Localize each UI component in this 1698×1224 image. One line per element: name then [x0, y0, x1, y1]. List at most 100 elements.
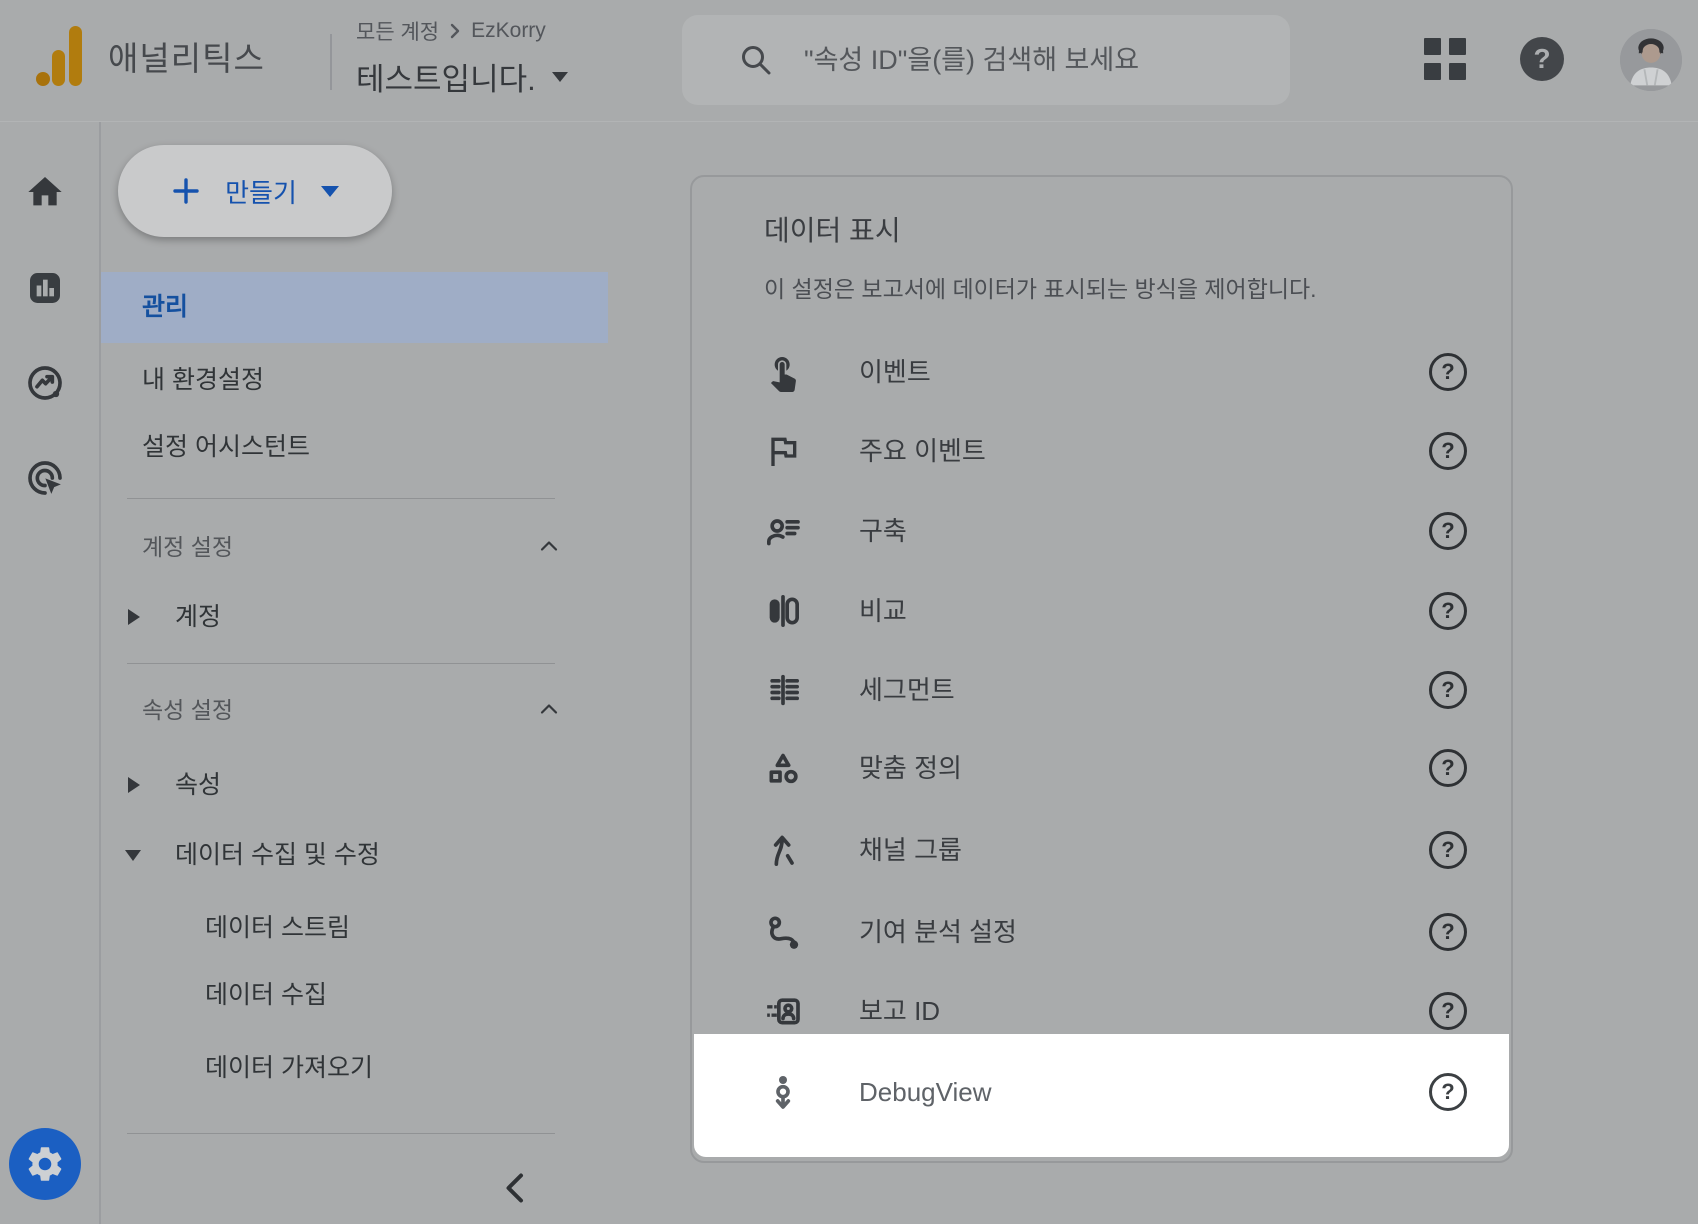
breadcrumb: 모든 계정 EzKorry 테스트입니다. [356, 16, 568, 99]
card-row-comparisons[interactable]: 비교 ? [692, 581, 1511, 641]
avatar[interactable] [1620, 29, 1682, 91]
expand-arrow-icon[interactable] [128, 777, 140, 793]
home-icon[interactable] [25, 172, 65, 212]
chevron-down-icon[interactable] [321, 186, 339, 197]
card-row-label: 이벤트 [859, 342, 931, 402]
debugview-icon [763, 1072, 803, 1112]
card-row-events[interactable]: 이벤트 ? [692, 342, 1511, 402]
create-button-label: 만들기 [225, 173, 297, 210]
sidebar-item-label: 내 환경설정 [142, 350, 264, 410]
help-icon[interactable]: ? [1429, 992, 1467, 1030]
expand-arrow-icon[interactable] [128, 609, 140, 625]
help-glyph: ? [1441, 518, 1454, 544]
grid-square [1449, 63, 1466, 80]
sidebar-item-admin[interactable]: 관리 [101, 272, 608, 343]
flag-icon [763, 431, 803, 471]
tree-item-data-collection[interactable]: 데이터 수집 및 수정 [101, 825, 608, 885]
help-icon[interactable]: ? [1429, 831, 1467, 869]
audience-icon [763, 511, 803, 551]
help-icon[interactable]: ? [1429, 432, 1467, 470]
sidebar-item-label: 관리 [142, 272, 188, 343]
nav-rail [0, 122, 101, 1224]
admin-sidebar: 만들기 관리 내 환경설정 설정 어시스턴트 계정 설정 계정 속성 설정 [101, 122, 608, 1224]
section-property-settings[interactable]: 속성 설정 [101, 680, 608, 740]
help-glyph: ? [1441, 755, 1454, 781]
card-row-reporting-identity[interactable]: 보고 ID ? [692, 981, 1511, 1041]
reports-icon[interactable] [25, 268, 65, 308]
card-row-label: 주요 이벤트 [859, 421, 986, 481]
chevron-up-icon [537, 535, 561, 559]
sidebar-divider [127, 663, 555, 664]
breadcrumb-account-name: EzKorry [471, 19, 546, 43]
help-glyph: ? [1441, 677, 1454, 703]
help-icon[interactable]: ? [1429, 913, 1467, 951]
chevron-up-icon [537, 698, 561, 722]
grid-square [1424, 63, 1441, 80]
help-icon[interactable]: ? [1429, 592, 1467, 630]
sidebar-divider [127, 1133, 555, 1134]
card-row-segments[interactable]: 세그먼트 ? [692, 660, 1511, 720]
card-row-custom-definitions[interactable]: 맞춤 정의 ? [692, 738, 1511, 798]
apps-grid-icon[interactable] [1424, 38, 1466, 80]
help-icon[interactable]: ? [1520, 37, 1564, 81]
help-icon[interactable]: ? [1429, 1073, 1467, 1111]
tree-item-label: 데이터 수집 및 수정 [175, 825, 380, 885]
segment-icon [763, 670, 803, 710]
card-row-label: 비교 [859, 581, 907, 641]
card-row-label: 보고 ID [859, 981, 940, 1041]
sidebar-divider [127, 498, 555, 499]
help-icon[interactable]: ? [1429, 512, 1467, 550]
advertising-icon[interactable] [25, 458, 65, 498]
property-name: 테스트입니다. [356, 54, 536, 99]
sub-item-data-collection[interactable]: 데이터 수집 [101, 965, 608, 1025]
card-row-label: 구축 [859, 501, 907, 561]
sidebar-item-label: 설정 어시스턴트 [142, 417, 310, 477]
analytics-logo[interactable]: 애널리틱스 [36, 24, 265, 88]
card-row-channel-groups[interactable]: 채널 그룹 ? [692, 820, 1511, 880]
collapse-arrow-icon[interactable] [125, 850, 141, 861]
help-icon[interactable]: ? [1429, 749, 1467, 787]
section-account-settings[interactable]: 계정 설정 [101, 517, 608, 577]
property-switcher[interactable]: 테스트입니다. [356, 54, 568, 99]
breadcrumb-accounts[interactable]: 모든 계정 EzKorry [356, 16, 568, 46]
card-row-audiences[interactable]: 구축 ? [692, 501, 1511, 561]
card-row-attribution-settings[interactable]: 기여 분석 설정 ? [692, 902, 1511, 962]
collapse-panel-icon[interactable] [496, 1168, 536, 1208]
help-glyph: ? [1441, 438, 1454, 464]
help-glyph: ? [1533, 43, 1550, 75]
tree-item-label: 계정 [175, 587, 221, 647]
card-row-label: 기여 분석 설정 [859, 902, 1017, 962]
tree-item-account[interactable]: 계정 [101, 587, 608, 647]
sub-item-data-streams[interactable]: 데이터 스트림 [101, 898, 608, 958]
help-glyph: ? [1441, 598, 1454, 624]
card-row-key-events[interactable]: 주요 이벤트 ? [692, 421, 1511, 481]
sub-item-label: 데이터 가져오기 [205, 1038, 373, 1098]
help-glyph: ? [1441, 359, 1454, 385]
sidebar-item-setup-assistant[interactable]: 설정 어시스턴트 [101, 417, 608, 477]
admin-gear-icon[interactable] [9, 1128, 81, 1200]
tree-item-property[interactable]: 속성 [101, 755, 608, 815]
card-row-debugview[interactable]: DebugView ? [692, 1062, 1511, 1122]
attribution-icon [763, 912, 803, 952]
grid-square [1449, 38, 1466, 55]
data-display-card: 데이터 표시 이 설정은 보고서에 데이터가 표시되는 방식을 제어합니다. 이… [690, 175, 1513, 1163]
app-header: 애널리틱스 모든 계정 EzKorry 테스트입니다. ? [0, 0, 1698, 122]
search-bar[interactable] [682, 15, 1290, 105]
custom-definitions-icon [763, 748, 803, 788]
search-input[interactable] [804, 45, 1244, 76]
sidebar-item-preferences[interactable]: 내 환경설정 [101, 350, 608, 410]
header-divider [330, 34, 332, 90]
card-title: 데이터 표시 [764, 209, 901, 249]
help-glyph: ? [1441, 1079, 1454, 1105]
grid-square [1424, 38, 1441, 55]
ga-admin-page: 애널리틱스 모든 계정 EzKorry 테스트입니다. ? [0, 0, 1698, 1224]
create-button[interactable]: 만들기 [118, 145, 392, 237]
channel-group-icon [763, 830, 803, 870]
section-label: 속성 설정 [142, 680, 233, 740]
comparison-icon [763, 591, 803, 631]
help-icon[interactable]: ? [1429, 353, 1467, 391]
help-icon[interactable]: ? [1429, 671, 1467, 709]
explore-icon[interactable] [25, 363, 65, 403]
sub-item-data-import[interactable]: 데이터 가져오기 [101, 1038, 608, 1098]
chevron-down-icon [552, 72, 568, 82]
